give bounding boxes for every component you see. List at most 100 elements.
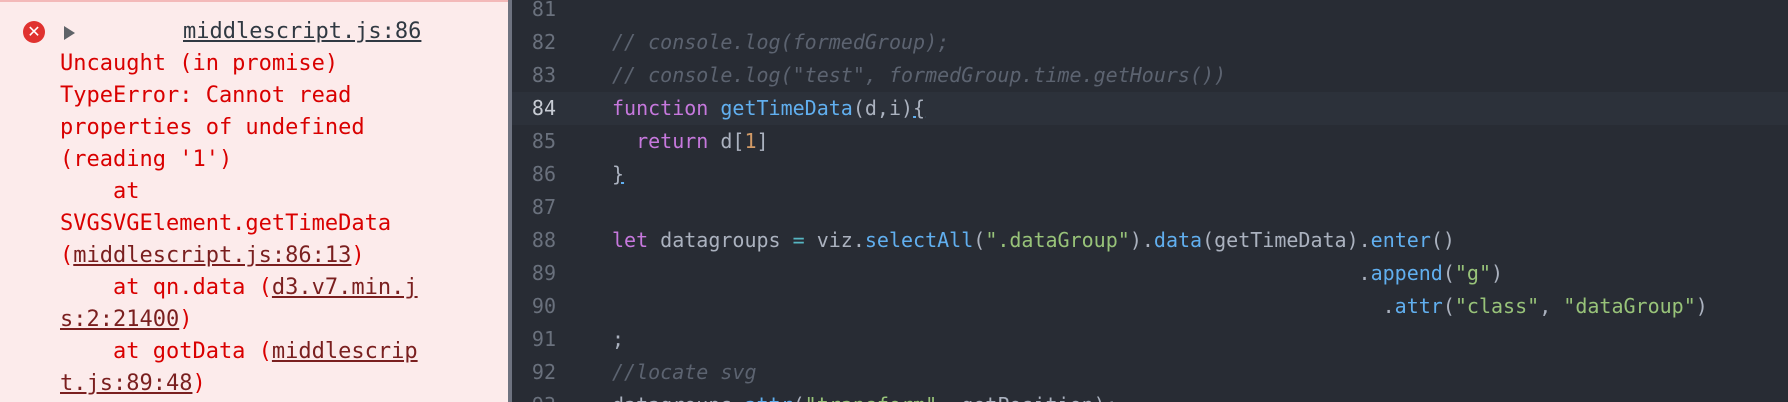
line-number: 92 [531, 360, 556, 384]
line-number: 81 [531, 0, 556, 21]
line-number: 88 [531, 228, 556, 252]
code-token: //locate svg [612, 360, 757, 384]
code-token: ( [1442, 261, 1455, 285]
line-number: 90 [531, 294, 556, 318]
code-token: attr [1394, 294, 1443, 318]
code-token: selectAll [864, 228, 974, 252]
line-number: 93 [512, 389, 556, 402]
code-token: data [1153, 228, 1203, 252]
stack-text: ) [179, 307, 193, 332]
line-number: 89 [531, 261, 556, 285]
line-code: .append("g") [612, 257, 1504, 290]
code-line[interactable]: 93 datagroups.attr("transform", getPositi… [512, 389, 1788, 402]
code-editor[interactable]: 81 82 // console.log(formedGroup); 83 // con… [512, 0, 1788, 402]
error-message: Uncaught (in promise) TypeError: Cannot r… [60, 48, 418, 400]
stack-text: ( [60, 243, 74, 268]
expand-triangle-icon[interactable] [64, 26, 75, 40]
line-number: 91 [531, 327, 556, 351]
error-message-line: TypeError: Cannot read [60, 83, 352, 108]
code-token: "class" [1454, 294, 1540, 318]
error-message-line: (reading '1') [60, 147, 233, 172]
code-line[interactable]: 84 function getTimeData(d,i){ [512, 92, 1788, 125]
stack-frame-line: at qn.data (d3.v7.min.j [60, 272, 418, 304]
stack-text: at gotData ( [60, 339, 272, 364]
code-token: function [612, 96, 709, 120]
stack-text: ) [192, 371, 206, 396]
code-line[interactable]: 91; [512, 323, 1788, 356]
code-token: let [612, 228, 649, 252]
code-token: getTimeData [720, 96, 853, 120]
code-token: { [913, 96, 926, 120]
code-line[interactable]: 90 .attr("class", "dataGroup") [512, 290, 1788, 323]
code-token: (d,i) [852, 96, 914, 120]
stack-text: SVGSVGElement.getTimeData [60, 211, 392, 236]
code-token: (getTimeData). [1202, 228, 1371, 252]
error-source-link[interactable]: middlescript.js:86 [183, 16, 421, 48]
console-top-border [0, 0, 508, 2]
code-token: . [612, 261, 1371, 285]
stack-source-link[interactable]: middlescript.js:86:13 [73, 243, 351, 268]
error-message-line: properties of undefined [60, 115, 365, 140]
code-token: . [612, 294, 1395, 318]
stack-frame-line: t.js:89:48) [60, 368, 418, 400]
code-token: datagroups [648, 228, 793, 252]
line-number: 84 [531, 96, 556, 120]
stack-frame-line: at gotData (middlescrip [60, 336, 418, 368]
code-line[interactable]: 88 let datagroups = viz.selectAll(".dataG… [512, 224, 1788, 257]
code-line[interactable]: 82 // console.log(formedGroup); [512, 26, 1788, 59]
devtools-console-error: ✕ middlescript.js:86 Uncaught (in promis… [0, 0, 508, 402]
stack-source-link[interactable]: middlescrip [272, 339, 418, 364]
line-code: //locate svg [612, 356, 757, 389]
error-x-icon: ✕ [23, 21, 45, 43]
line-code: ; [612, 323, 624, 356]
stack-source-link[interactable]: s:2:21400 [60, 307, 179, 332]
line-code: return d[1] [612, 125, 769, 158]
code-token: datagroups. [612, 393, 744, 402]
code-line[interactable]: 83 // console.log("test", formedGroup.tim… [512, 59, 1788, 92]
stack-frame-line: (middlescript.js:86:13) [60, 240, 418, 272]
code-line[interactable]: 86} [512, 158, 1788, 191]
code-token: enter [1370, 228, 1431, 252]
line-code: .attr("class", "dataGroup") [612, 290, 1708, 323]
code-token: ). [1129, 228, 1154, 252]
code-line[interactable]: 87 [512, 191, 1788, 224]
code-token: } [612, 162, 625, 186]
code-line[interactable]: 85 return d[1] [512, 125, 1788, 158]
code-line[interactable]: 89 .append("g") [512, 257, 1788, 290]
code-token: d[ [708, 129, 745, 153]
code-token: ( [973, 228, 986, 252]
line-number: 85 [531, 129, 556, 153]
line-number: 87 [531, 195, 556, 219]
stack-source-link[interactable]: d3.v7.min.j [272, 275, 418, 300]
code-token: 1 [744, 129, 757, 153]
code-token: viz. [804, 228, 865, 252]
line-code: } [612, 158, 624, 191]
code-token: ] [756, 129, 769, 153]
code-token: return [636, 129, 709, 153]
code-token: , [1539, 294, 1564, 318]
code-token: "dataGroup" [1563, 294, 1696, 318]
code-token: // console.log("test", formedGroup.time.… [612, 63, 1227, 87]
line-code: // console.log("test", formedGroup.time.… [612, 59, 1226, 92]
stack-source-link[interactable]: t.js:89:48 [60, 371, 192, 396]
code-token: "transform" [805, 393, 937, 402]
code-token: ) [1491, 261, 1504, 285]
code-token: () [1430, 228, 1455, 252]
line-code: let datagroups = viz.selectAll(".dataGro… [612, 224, 1455, 257]
code-line[interactable]: 92 //locate svg [512, 356, 1788, 389]
error-message-line: at [60, 179, 140, 204]
line-code: // console.log(formedGroup); [612, 26, 949, 59]
code-token: ; [612, 327, 625, 351]
code-token: ".dataGroup" [985, 228, 1130, 252]
code-token: = [792, 228, 805, 252]
code-line[interactable]: 81 [512, 0, 1788, 26]
code-token: "g" [1454, 261, 1492, 285]
code-token: , getPosition); [937, 393, 1118, 402]
code-token: ) [1695, 294, 1708, 318]
line-number: 82 [531, 30, 556, 54]
stack-frame-line: s:2:21400) [60, 304, 418, 336]
line-code: datagroups.attr("transform", getPosition… [612, 389, 1118, 402]
code-token: ( [793, 393, 805, 402]
code-token: // console.log(formedGroup); [612, 30, 950, 54]
